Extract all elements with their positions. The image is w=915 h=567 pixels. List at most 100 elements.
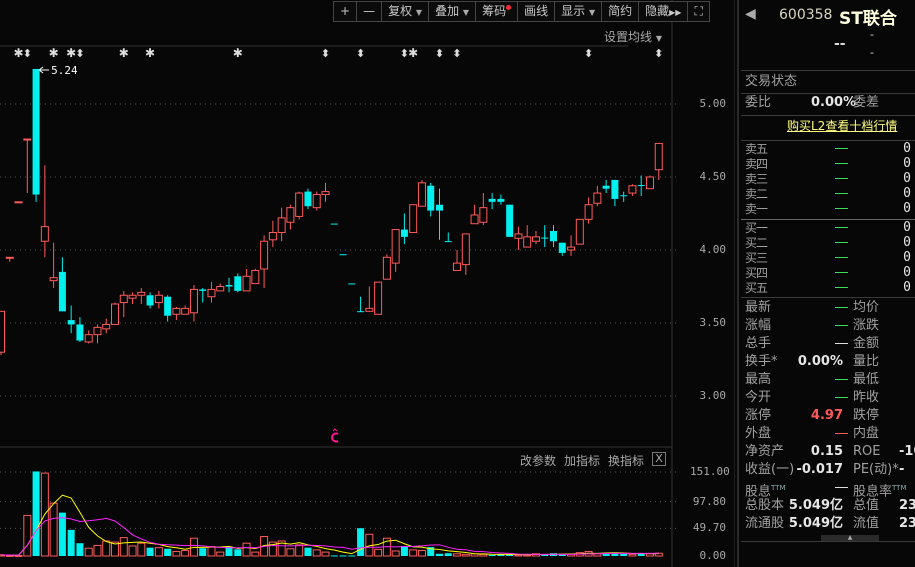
candle-body <box>488 198 496 202</box>
candle-body <box>49 277 58 282</box>
volume-bar <box>154 547 163 557</box>
collapse-left-icon[interactable]: ◀ <box>745 6 756 22</box>
stat-value: 0.00% <box>797 354 843 369</box>
event-star-icon[interactable]: ✱ <box>233 46 243 60</box>
buy-volume: 0 <box>903 220 911 235</box>
event-star-icon[interactable]: ✱ <box>119 46 129 60</box>
event-star-icon[interactable]: ✱ <box>408 46 418 60</box>
kline-chart[interactable]: 5.24✱ ⬍ ✱ ✱ ⬍ ✱ ✱ ✱ ⬍ ⬍ ⬍ ✱ ⬍ ⬍ ⬍ ⬍ <box>0 0 735 567</box>
stat-label: 总手 <box>745 336 772 351</box>
close-indicator-button[interactable]: X <box>652 452 667 466</box>
set-ma-button[interactable]: 设置均线 ▼ <box>604 28 662 45</box>
volume-bar <box>453 553 462 557</box>
overlay-dropdown[interactable]: 叠加 ▼ <box>429 2 477 21</box>
volume-bar <box>479 553 488 557</box>
fuquan-dropdown[interactable]: 复权 ▼ <box>382 2 430 21</box>
dividend-marker-icon[interactable]: ⬍ <box>584 47 593 60</box>
sell-level-label: 卖一 <box>745 202 768 216</box>
chevron-down-icon: ▼ <box>462 8 470 17</box>
stat-label: 净资产 <box>745 444 785 459</box>
candle-body <box>312 194 321 209</box>
candle-body <box>181 307 190 315</box>
dividend-marker-icon[interactable]: ⬍ <box>75 47 84 60</box>
zoom-in-button[interactable]: + <box>334 2 358 21</box>
stat-label: 涨停 <box>745 408 772 423</box>
stat-value: 5.049亿 <box>788 498 843 513</box>
stat-row: 今开 — 昨收 <box>745 390 915 406</box>
add-indicator-button[interactable]: 加指标 <box>564 452 600 469</box>
sell-row: 卖四 — 0 <box>745 156 915 172</box>
stat-label-2: PE(动)* <box>853 462 899 477</box>
switch-indicator-button[interactable]: 换指标 <box>608 452 644 469</box>
chevron-down-icon: ▼ <box>588 8 596 17</box>
chips-label: 筹码 <box>482 4 507 18</box>
buy-price-dash: — <box>835 242 848 243</box>
candle-body <box>479 207 488 223</box>
stat-value: — <box>835 343 848 344</box>
fullscreen-button[interactable]: ⛶ <box>688 2 708 21</box>
volume-bar <box>391 550 400 557</box>
buy-l2-link[interactable]: 购买L2查看十档行情 <box>787 119 897 133</box>
volume-bar <box>321 551 330 557</box>
price-tick-label: 4.50 <box>699 170 727 183</box>
volume-bar <box>339 555 347 557</box>
stock-name: ST联合 <box>839 9 897 29</box>
sell-level-label: 卖三 <box>745 172 768 186</box>
stat-label-2: 流值 <box>853 516 880 531</box>
event-star-icon[interactable]: ✱ <box>49 46 59 60</box>
dividend-marker-icon[interactable]: ⬍ <box>435 47 444 60</box>
candle-body <box>154 294 163 304</box>
stat-row: 外盘 — 内盘 <box>745 426 915 442</box>
sell-price-dash: — <box>835 163 848 164</box>
volume-bar <box>400 545 408 556</box>
candle-body <box>602 185 610 189</box>
candle-body <box>444 241 452 243</box>
candle-body <box>348 283 356 285</box>
display-dropdown[interactable]: 显示 ▼ <box>555 2 603 21</box>
simple-mode-button[interactable]: 简约 <box>602 2 640 21</box>
stat-label: 流通股 <box>745 516 785 531</box>
buy-level-label: 买二 <box>745 236 768 250</box>
candle-body <box>645 176 654 190</box>
volume-bar <box>164 548 172 556</box>
dividend-marker-icon[interactable]: ⬍ <box>321 47 330 60</box>
price-tick-label: 3.00 <box>699 389 727 402</box>
stat-row: 涨停 4.97 跌停 <box>745 408 915 424</box>
event-star-icon[interactable]: ✱ <box>145 46 155 60</box>
zoom-out-button[interactable]: — <box>357 2 383 21</box>
change-params-button[interactable]: 改参数 <box>520 452 556 469</box>
candle-body <box>453 262 462 271</box>
stat-value: — <box>835 379 848 380</box>
volume-bar <box>32 471 40 556</box>
stat-label: 换手* <box>745 354 778 369</box>
draw-line-button[interactable]: 画线 <box>518 2 556 21</box>
sell-level-label: 卖四 <box>745 157 768 171</box>
dividend-marker-icon[interactable]: ⬍ <box>452 47 461 60</box>
dividend-marker-icon[interactable]: ⬍ <box>654 47 663 60</box>
volume-bar <box>146 547 154 556</box>
buy-volume: 0 <box>903 235 911 250</box>
dividend-marker-icon[interactable]: ⬍ <box>356 47 365 60</box>
chips-button[interactable]: 筹码 <box>476 2 519 21</box>
sell-level-label: 卖五 <box>745 142 768 156</box>
candle-body <box>84 334 93 343</box>
buy-price-dash: — <box>835 227 848 228</box>
candle-body <box>541 237 549 239</box>
candle-body <box>146 295 154 306</box>
volume-bar <box>93 544 102 557</box>
hide-button[interactable]: 隐藏▶▶ <box>639 2 689 21</box>
candle-body <box>567 246 576 251</box>
candle-body <box>23 138 32 141</box>
candle-body <box>391 229 400 264</box>
candle-body <box>5 256 14 259</box>
buy-row: 买四 — 0 <box>745 265 915 281</box>
dividend-marker-icon[interactable]: ⬍ <box>23 47 32 60</box>
volume-bar <box>488 554 496 556</box>
volume-bar <box>409 549 418 557</box>
volume-bar <box>137 542 146 557</box>
candle-body <box>584 204 593 220</box>
volume-bar <box>330 555 338 557</box>
stat-value: — <box>835 397 848 398</box>
volume-bar <box>444 553 452 556</box>
candle-body <box>575 218 584 245</box>
